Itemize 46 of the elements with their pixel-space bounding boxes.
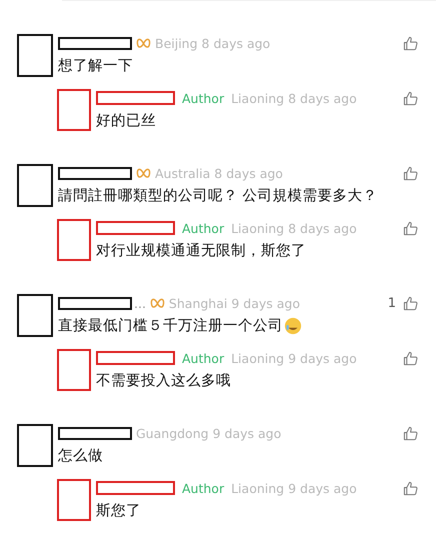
comment-text: 想了解一下 — [58, 57, 133, 75]
redacted-avatar — [17, 34, 53, 77]
reply-text: 好的已丝 — [96, 112, 156, 130]
thumbs-up-icon[interactable] — [403, 220, 418, 236]
comment-location: Liaoning — [231, 90, 284, 106]
redacted-avatar — [57, 479, 91, 521]
comment-location: Beijing — [155, 36, 198, 50]
comment-time: 8 days ago — [288, 220, 357, 236]
thumbs-up-icon[interactable] — [403, 426, 418, 440]
reply-text: 斯您了 — [96, 502, 141, 520]
comment-location: Shanghai — [168, 296, 228, 310]
redacted-avatar — [17, 424, 53, 467]
thumbs-up-icon[interactable] — [403, 90, 418, 106]
author-tag: Author — [182, 220, 224, 236]
comment-text: 直接最低门槛５千万注册一个公司 — [58, 316, 283, 335]
redacted-avatar — [17, 164, 53, 207]
comment-text: 請問註冊哪類型的公司呢？ 公司規模需要多大？ — [58, 186, 378, 205]
comment-time: 9 days ago — [288, 480, 357, 496]
reply-text: 对行业规模通通无限制，斯您了 — [96, 242, 306, 260]
redacted-avatar — [57, 89, 91, 131]
author-tag: Author — [182, 90, 224, 106]
redacted-avatar — [57, 219, 91, 261]
redacted-avatar — [57, 349, 91, 391]
thumbs-up-icon[interactable] — [403, 166, 418, 180]
author-tag: Author — [182, 480, 224, 496]
comment-location: Liaoning — [231, 480, 284, 496]
comment-location: Australia — [155, 166, 210, 180]
redacted-avatar — [17, 294, 53, 337]
thumbs-up-icon[interactable] — [403, 36, 418, 50]
comment-time: 9 days ago — [231, 296, 300, 310]
thumbs-up-icon[interactable] — [403, 480, 418, 496]
comment-time: 8 days ago — [288, 90, 357, 106]
author-tag: Author — [182, 350, 224, 366]
comment-location: Liaoning — [231, 350, 284, 366]
comment-time: 9 days ago — [288, 350, 357, 366]
comment-time: 8 days ago — [214, 166, 283, 180]
thumbs-up-icon[interactable] — [403, 350, 418, 366]
comment-time: 8 days ago — [202, 36, 270, 50]
reply-text: 不需要投入这么多哦 — [96, 372, 231, 390]
name-ellipsis: ... — [134, 296, 146, 310]
comment-location: Liaoning — [231, 220, 284, 236]
comment-location: Guangdong — [136, 426, 209, 440]
thumbs-up-icon[interactable] — [403, 296, 418, 310]
comment-time: 9 days ago — [212, 426, 282, 440]
comment-text: 怎么做 — [58, 447, 103, 465]
like-count: 1 — [388, 296, 396, 310]
